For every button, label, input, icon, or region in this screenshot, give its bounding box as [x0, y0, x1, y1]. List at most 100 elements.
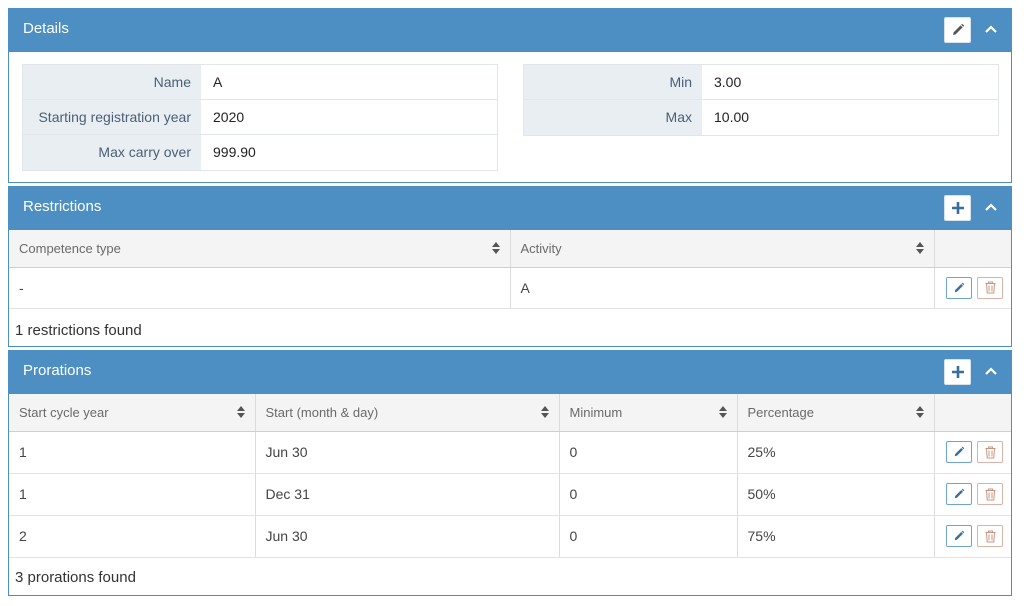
table-row: 1 Jun 30 0 25%	[9, 431, 1011, 474]
chevron-up-icon	[985, 203, 997, 211]
field-label: Min	[524, 65, 702, 99]
table-cell: 75%	[737, 515, 935, 558]
details-title: Details	[23, 20, 69, 37]
table-cell: 2	[9, 515, 256, 558]
column-header-label: Activity	[520, 240, 562, 256]
table-cell: -	[9, 267, 511, 309]
prorations-header: Prorations	[9, 351, 1011, 394]
table-cell: Jun 30	[255, 431, 560, 474]
prorations-count: 3 prorations found	[15, 569, 136, 586]
collapse-details-button[interactable]	[983, 21, 999, 37]
table-cell: 1	[9, 431, 256, 474]
column-header-actions	[934, 394, 1011, 432]
pencil-icon	[954, 282, 964, 292]
details-right-fields: Min 3.00 Max 10.00	[523, 64, 999, 136]
table-cell: 1	[9, 473, 256, 516]
prorations-title: Prorations	[23, 362, 92, 379]
field-value: 10.00	[714, 109, 750, 125]
table-cell: A	[510, 267, 935, 309]
trash-icon	[985, 488, 996, 500]
sort-icon	[915, 406, 924, 418]
column-header-start-cycle-year[interactable]: Start cycle year	[9, 394, 256, 432]
pencil-icon	[954, 488, 964, 499]
collapse-prorations-button[interactable]	[983, 363, 999, 379]
sort-icon	[915, 242, 924, 254]
prorations-panel: Prorations Start cycle year Start (month…	[8, 350, 1012, 596]
pencil-icon	[952, 23, 964, 35]
table-cell: 0	[559, 431, 738, 474]
details-panel: Details Name A Starting registration yea…	[8, 8, 1012, 183]
details-left-fields: Name A Starting registration year 2020 M…	[22, 64, 498, 171]
edit-row-button[interactable]	[945, 441, 972, 463]
add-restriction-button[interactable]	[944, 195, 971, 221]
row-actions	[934, 267, 1011, 309]
field-max: Max 10.00	[524, 100, 998, 135]
field-label: Starting registration year	[23, 100, 201, 134]
field-value: 3.00	[714, 74, 742, 90]
table-header-row: Competence type Activity	[9, 230, 1011, 268]
column-header-actions	[934, 230, 1011, 268]
table-cell: 0	[559, 473, 738, 516]
pencil-icon	[954, 446, 964, 457]
restrictions-header: Restrictions	[9, 187, 1011, 230]
table-cell: 0	[559, 515, 738, 558]
details-header: Details	[9, 9, 1011, 52]
collapse-restrictions-button[interactable]	[983, 199, 999, 215]
chevron-up-icon	[985, 367, 997, 375]
trash-icon	[985, 281, 996, 294]
trash-icon	[985, 530, 996, 542]
restrictions-count: 1 restrictions found	[15, 322, 142, 339]
table-cell: Dec 31	[255, 473, 560, 516]
trash-icon	[985, 446, 996, 458]
restrictions-panel: Restrictions Competence type Activity - …	[8, 186, 1012, 347]
plus-icon	[951, 202, 964, 214]
sort-icon	[491, 242, 500, 254]
field-value: 2020	[213, 109, 245, 125]
edit-details-button[interactable]	[944, 17, 971, 43]
pencil-icon	[954, 530, 964, 541]
add-proration-button[interactable]	[944, 359, 971, 385]
table-row: 2 Jun 30 0 75%	[9, 515, 1011, 558]
row-actions	[934, 431, 1011, 474]
row-actions	[934, 515, 1011, 558]
field-max-carry-over: Max carry over 999.90	[23, 135, 497, 170]
column-header-label: Percentage	[747, 404, 815, 420]
field-label: Max	[524, 100, 702, 135]
column-header-label: Competence type	[19, 240, 121, 256]
table-cell: Jun 30	[255, 515, 560, 558]
delete-row-button[interactable]	[977, 441, 1004, 463]
table-row: - A	[9, 267, 1011, 309]
table-header-row: Start cycle year Start (month & day) Min…	[9, 394, 1011, 432]
sort-icon	[718, 406, 727, 418]
column-header-minimum[interactable]: Minimum	[559, 394, 738, 432]
table-cell: 50%	[737, 473, 935, 516]
delete-row-button[interactable]	[977, 525, 1004, 547]
field-label: Name	[23, 65, 201, 99]
restrictions-table: Competence type Activity - A	[9, 230, 1011, 309]
table-cell: 25%	[737, 431, 935, 474]
restrictions-title: Restrictions	[23, 198, 102, 215]
prorations-table: Start cycle year Start (month & day) Min…	[9, 394, 1011, 558]
edit-row-button[interactable]	[945, 276, 972, 299]
field-value: A	[213, 74, 223, 90]
field-min: Min 3.00	[524, 65, 998, 100]
column-header-competence-type[interactable]: Competence type	[9, 230, 511, 268]
delete-row-button[interactable]	[977, 483, 1004, 505]
plus-icon	[951, 366, 964, 378]
column-header-label: Minimum	[569, 404, 623, 420]
field-starting-registration-year: Starting registration year 2020	[23, 100, 497, 135]
edit-row-button[interactable]	[945, 483, 972, 505]
column-header-label: Start cycle year	[19, 404, 109, 420]
field-value: 999.90	[213, 144, 256, 160]
edit-row-button[interactable]	[945, 525, 972, 547]
column-header-start-month-day[interactable]: Start (month & day)	[255, 394, 560, 432]
column-header-activity[interactable]: Activity	[510, 230, 935, 268]
column-header-label: Start (month & day)	[265, 404, 379, 420]
delete-row-button[interactable]	[977, 276, 1004, 299]
field-name: Name A	[23, 65, 497, 100]
chevron-up-icon	[985, 25, 997, 33]
row-actions	[934, 473, 1011, 516]
table-row: 1 Dec 31 0 50%	[9, 473, 1011, 516]
column-header-percentage[interactable]: Percentage	[737, 394, 935, 432]
field-label: Max carry over	[23, 135, 201, 170]
